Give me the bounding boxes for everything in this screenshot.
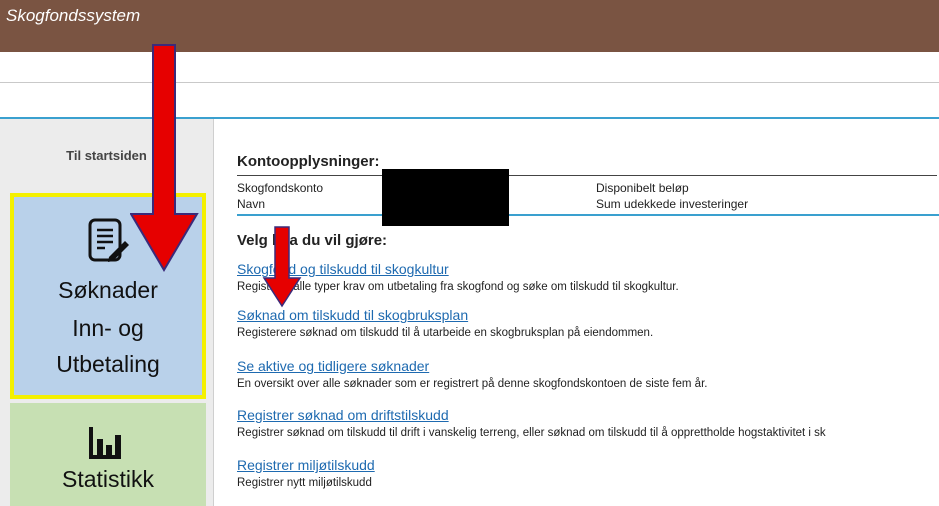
navn-label: Navn [237, 197, 266, 211]
link-driftstilskudd[interactable]: Registrer søknad om driftstilskudd [237, 407, 449, 423]
arrow-down-icon [130, 44, 199, 272]
desc-aktive-soknader: En oversikt over alle søknader som er re… [237, 378, 708, 390]
desc-skogbruksplan: Registerere søknad om tilskudd til å uta… [237, 327, 654, 339]
account-heading-rule [237, 175, 937, 176]
account-heading: Kontoopplysninger: [237, 153, 380, 170]
choices-heading: Velg hva du vil gjøre: [237, 232, 388, 249]
soknader-tile-line2: Inn- og [72, 315, 144, 341]
link-aktive-soknader[interactable]: Se aktive og tidligere søknader [237, 358, 429, 374]
link-miljotilskudd[interactable]: Registrer miljøtilskudd [237, 457, 375, 473]
main-content: Kontoopplysninger: Skogfondskonto Navn D… [237, 119, 939, 506]
account-divider [237, 214, 939, 216]
statistikk-tile[interactable]: Statistikk [10, 403, 206, 506]
link-skogbruksplan[interactable]: Søknad om tilskudd til skogbruksplan [237, 307, 468, 323]
soknader-tile-line3: Utbetaling [56, 351, 160, 377]
disponibelt-label: Disponibelt beløp [596, 181, 689, 195]
app-title: Skogfondssystem [6, 6, 141, 25]
form-edit-icon [88, 218, 129, 262]
desc-skogfond-skogkultur: Registrere alle typer krav om utbetaling… [237, 281, 679, 293]
statistikk-tile-label: Statistikk [61, 466, 155, 492]
bar-chart-icon [89, 427, 121, 459]
udekkede-label: Sum udekkede investeringer [596, 197, 749, 211]
desc-miljotilskudd: Registrer nytt miljøtilskudd [237, 477, 372, 489]
desc-driftstilskudd: Registrer søknad om tilskudd til drift i… [237, 427, 826, 439]
soknader-tile-line1: Søknader [58, 277, 158, 303]
arrow-down-icon [262, 226, 302, 308]
redaction-box [382, 169, 509, 226]
konto-label: Skogfondskonto [237, 181, 324, 195]
